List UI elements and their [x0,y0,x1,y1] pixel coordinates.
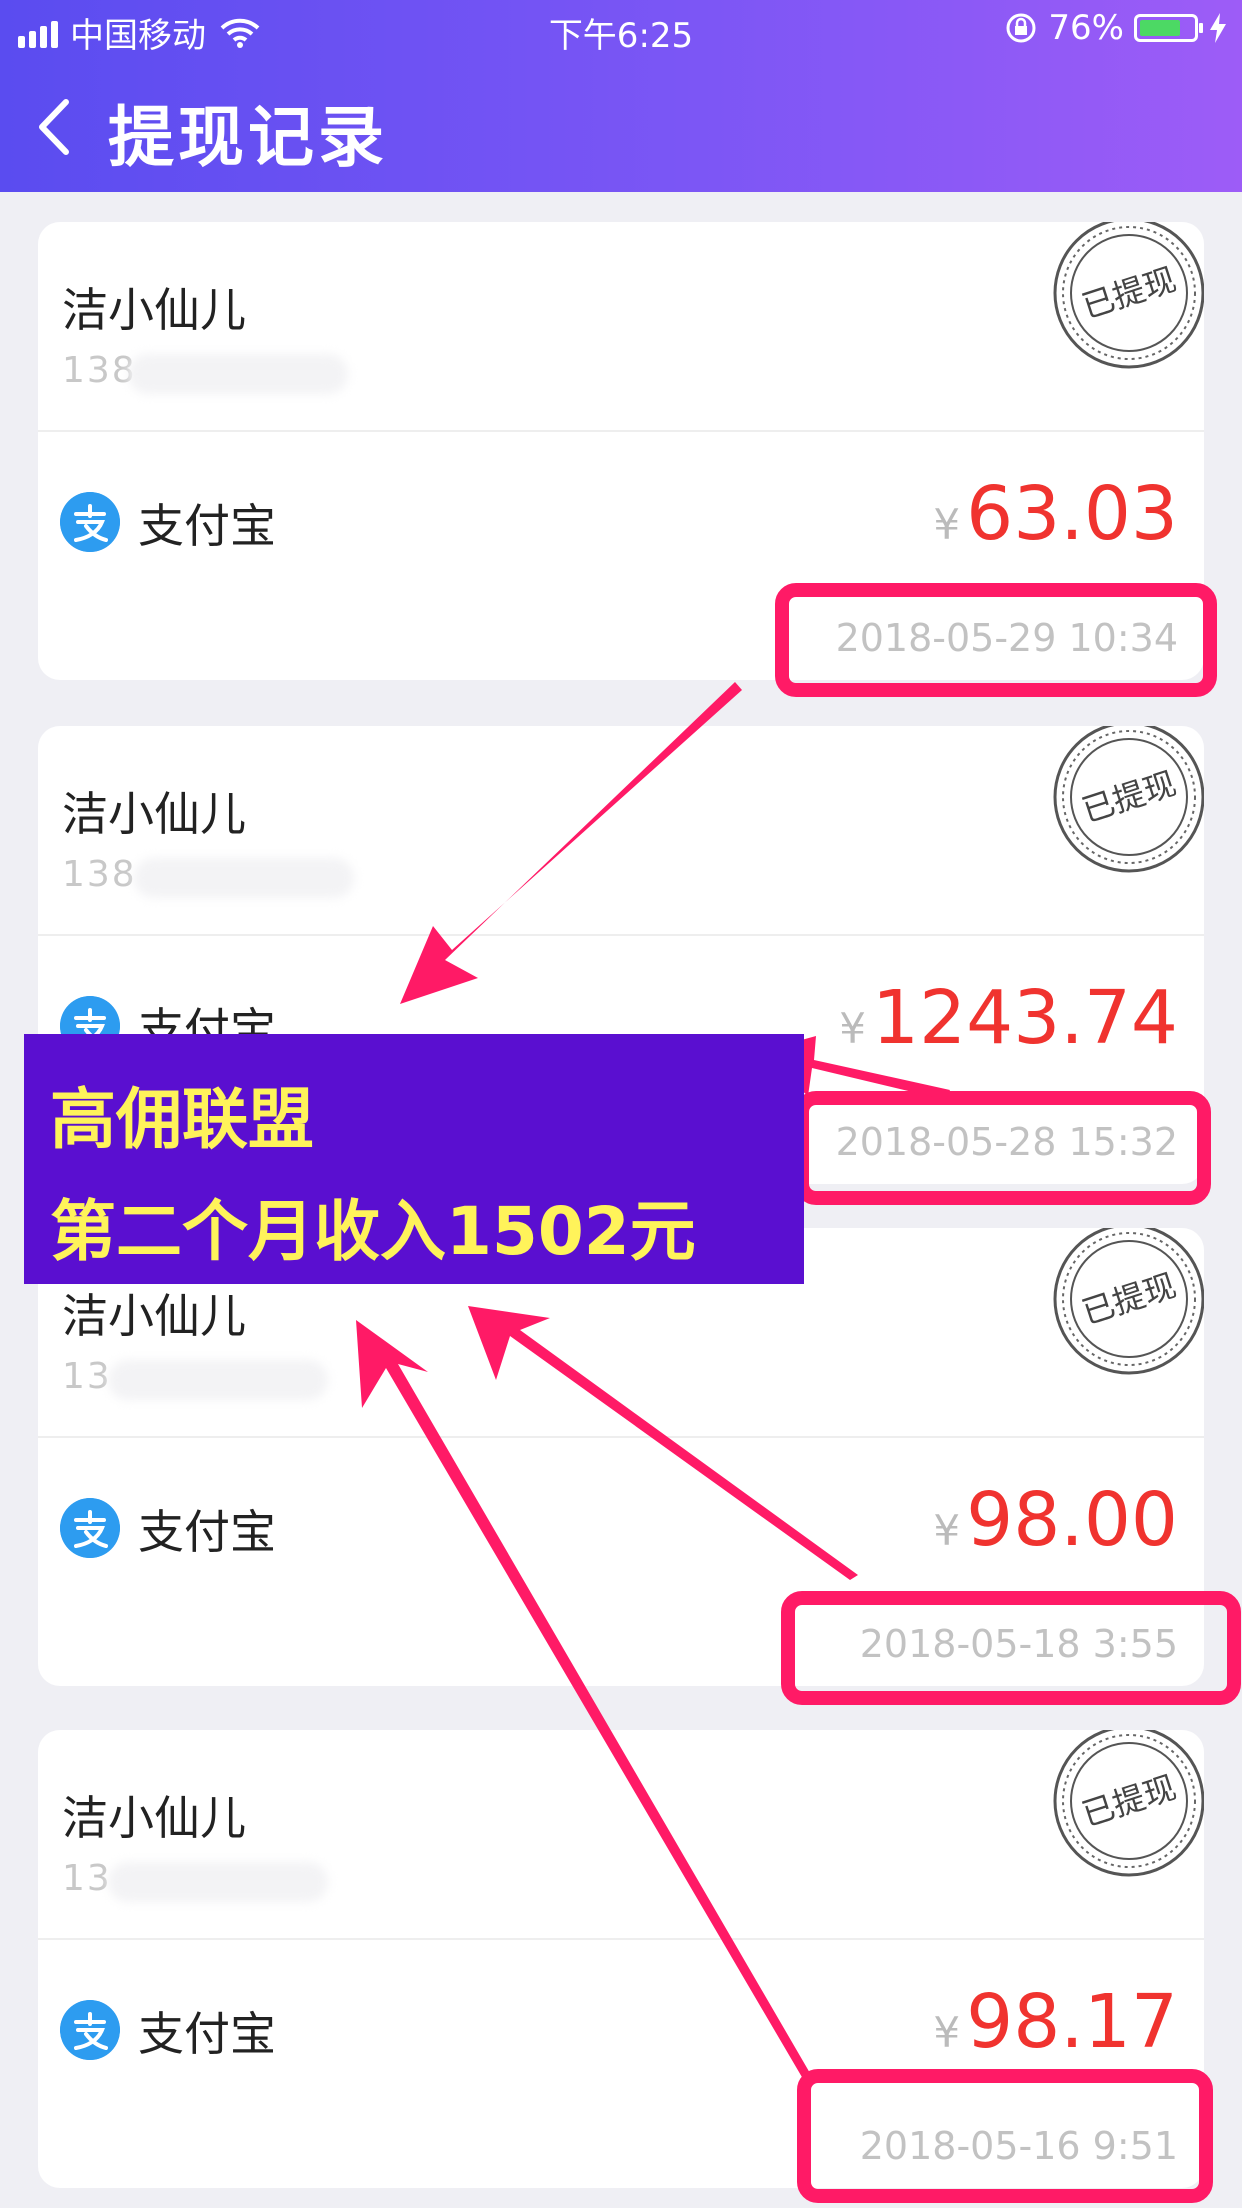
banner-line-1: 高佣联盟 [50,1081,314,1158]
withdrawal-amount: ¥1243.74 [839,976,1178,1071]
app-header: 中国移动 下午6:25 76% 提现记录 [0,0,1242,192]
phone-mask [108,1360,328,1400]
withdrawal-amount: ¥98.17 [933,1980,1178,2075]
annotation-banner: 高佣联盟 第二个月收入1502元 [24,1034,804,1284]
phone-mask [134,858,354,898]
stamp-label: 已提现 [1077,1768,1180,1834]
withdrawal-datetime: 2018-05-16 9:51 [859,2124,1178,2168]
phone-number: 13 [62,1356,112,1397]
page-title: 提现记录 [108,99,388,176]
withdrawal-datetime: 2018-05-18 3:55 [859,1622,1178,1666]
back-button[interactable] [30,92,90,162]
withdrawal-amount: ¥98.00 [933,1478,1178,1573]
user-name: 洁小仙儿 [62,1791,246,1845]
withdrawn-stamp-icon: 已提现 [1053,222,1204,369]
payment-method: 支付宝 [138,2007,276,2061]
alipay-icon [60,492,120,552]
alipay-icon [60,2000,120,2060]
phone-number: 138 [62,854,137,895]
user-name: 洁小仙儿 [62,1289,246,1343]
currency-symbol: ¥ [839,1004,866,1053]
currency-symbol: ¥ [933,2008,961,2057]
currency-symbol: ¥ [933,500,961,549]
withdrawal-record-card[interactable]: 洁小仙儿 13 已提现 支付宝 ¥98.17 2018-05-16 9:51 [38,1730,1204,2188]
battery-icon [1134,14,1203,42]
stamp-label: 已提现 [1077,1266,1180,1332]
battery-percent: 76% [1048,8,1124,48]
amount-value: 63.03 [966,471,1178,557]
battery-level [1140,20,1180,36]
withdrawal-record-card[interactable]: 洁小仙儿 138 已提现 支付宝 ¥63.03 2018-05-29 10:34 [38,222,1204,680]
withdrawal-datetime: 2018-05-29 10:34 [835,616,1178,660]
stamp-label: 已提现 [1077,764,1180,830]
withdrawn-stamp-icon: 已提现 [1053,1228,1204,1375]
rotation-lock-icon [1006,13,1036,43]
amount-value: 1243.74 [871,975,1178,1061]
withdrawal-record-card[interactable]: 洁小仙儿 13 已提现 支付宝 ¥98.00 2018-05-18 3:55 [38,1228,1204,1686]
stamp-label: 已提现 [1077,260,1180,326]
charging-icon [1210,13,1226,43]
phone-number: 13 [62,1858,112,1899]
currency-symbol: ¥ [933,1506,961,1555]
chevron-left-icon [39,99,69,155]
amount-value: 98.00 [966,1477,1178,1563]
payment-method: 支付宝 [138,499,276,553]
status-right: 76% [1004,8,1228,48]
withdrawn-stamp-icon: 已提现 [1053,726,1204,873]
withdrawal-datetime: 2018-05-28 15:32 [835,1120,1178,1164]
amount-value: 98.17 [966,1979,1178,2065]
user-name: 洁小仙儿 [62,787,246,841]
banner-line-2: 第二个月收入1502元 [50,1193,696,1270]
payment-method: 支付宝 [138,1505,276,1559]
status-bar: 中国移动 下午6:25 76% [0,0,1242,62]
phone-number: 138 [62,350,137,391]
user-name: 洁小仙儿 [62,283,246,337]
withdrawn-stamp-icon: 已提现 [1053,1730,1204,1877]
divider [38,430,1204,432]
divider [38,1436,1204,1438]
phone-mask [128,354,348,394]
divider [38,934,1204,936]
phone-mask [108,1862,328,1902]
divider [38,1938,1204,1940]
alipay-icon [60,1498,120,1558]
withdrawal-amount: ¥63.03 [933,472,1178,567]
